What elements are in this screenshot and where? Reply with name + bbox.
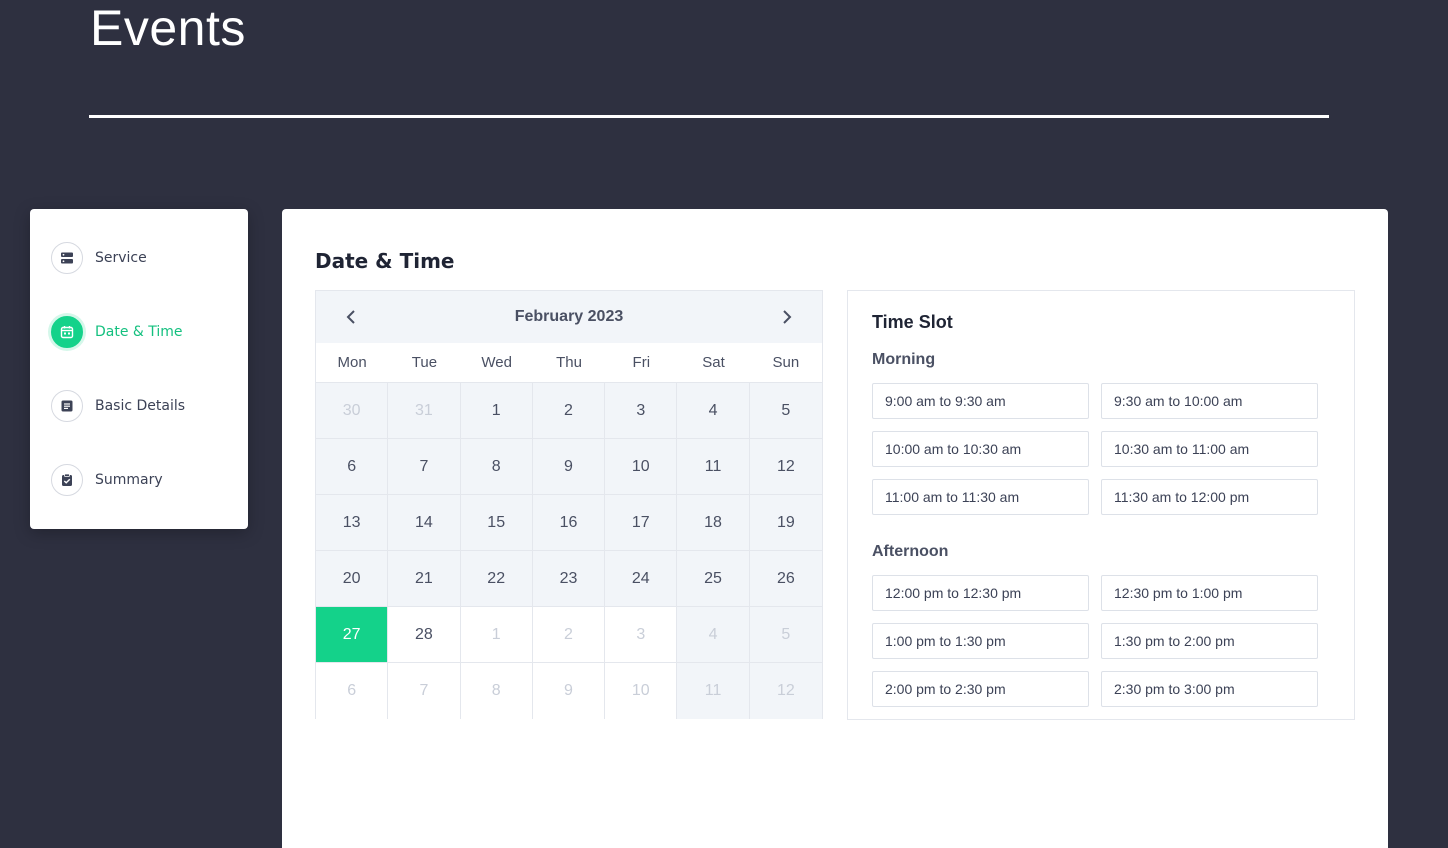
calendar-day[interactable]: 8: [460, 663, 533, 719]
afternoon-slots: 12:00 pm to 12:30 pm 12:30 pm to 1:00 pm 1…: [872, 575, 1318, 707]
calendar-day[interactable]: 5: [749, 383, 822, 439]
time-slot-panel: Time Slot Morning 9:00 am to 9:30 am 9:30…: [847, 290, 1355, 720]
calendar-day[interactable]: 9: [532, 439, 606, 495]
calendar-day[interactable]: 20: [316, 551, 389, 607]
document-icon: [51, 390, 83, 422]
time-slot-title: Time Slot: [872, 312, 953, 332]
time-slot-button[interactable]: 1:30 pm to 2:00 pm: [1101, 623, 1318, 659]
calendar-day[interactable]: 28: [388, 607, 461, 663]
step-label: Summary: [95, 472, 163, 488]
calendar-day[interactable]: 5: [749, 607, 822, 663]
weekday-label: Fri: [632, 354, 651, 371]
afternoon-label: Afternoon: [872, 543, 949, 560]
step-label: Basic Details: [95, 398, 186, 414]
calendar-day[interactable]: 21: [388, 551, 461, 607]
calendar-day[interactable]: 6: [316, 663, 389, 719]
clipboard-check-icon: [51, 464, 83, 496]
calendar-day[interactable]: 3: [605, 383, 678, 439]
time-slot-button[interactable]: 12:30 pm to 1:00 pm: [1101, 575, 1318, 611]
time-slot-button[interactable]: 12:00 pm to 12:30 pm: [872, 575, 1089, 611]
calendar-day[interactable]: 10: [605, 439, 678, 495]
section-title: Date & Time: [315, 249, 455, 273]
calendar-day[interactable]: 7: [388, 663, 461, 719]
calendar: February 2023 Mon Tue Wed Thu Fri Sat Su…: [315, 290, 823, 719]
calendar-day[interactable]: 14: [388, 495, 461, 551]
booking-stepper: Service Date & Time Basic Details Summar…: [30, 209, 248, 529]
step-label: Date & Time: [95, 324, 183, 340]
calendar-day[interactable]: 16: [532, 495, 606, 551]
prev-month-button[interactable]: [342, 308, 360, 326]
time-slot-button[interactable]: 11:30 am to 12:00 pm: [1101, 479, 1318, 515]
calendar-day[interactable]: 31: [388, 383, 461, 439]
calendar-day[interactable]: 11: [677, 663, 750, 719]
step-service[interactable]: Service: [51, 242, 147, 274]
weekday-label: Thu: [556, 354, 582, 371]
calendar-day[interactable]: 25: [677, 551, 750, 607]
calendar-day[interactable]: 24: [605, 551, 678, 607]
calendar-day[interactable]: 17: [605, 495, 678, 551]
time-slot-button[interactable]: 10:30 am to 11:00 am: [1101, 431, 1318, 467]
calendar-day-selected[interactable]: 27: [316, 607, 389, 663]
calendar-day[interactable]: 9: [532, 663, 606, 719]
time-slot-button[interactable]: 11:00 am to 11:30 am: [872, 479, 1089, 515]
calendar-day[interactable]: 30: [316, 383, 389, 439]
step-label: Service: [95, 250, 147, 266]
calendar-day[interactable]: 2: [532, 607, 606, 663]
calendar-day[interactable]: 6: [316, 439, 389, 495]
calendar-day[interactable]: 22: [460, 551, 533, 607]
chevron-left-icon: [346, 310, 355, 324]
calendar-day[interactable]: 1: [460, 607, 533, 663]
next-month-button[interactable]: [778, 308, 796, 326]
calendar-day[interactable]: 13: [316, 495, 389, 551]
time-slot-button[interactable]: 2:30 pm to 3:00 pm: [1101, 671, 1318, 707]
morning-label: Morning: [872, 351, 936, 368]
time-slot-button[interactable]: 9:00 am to 9:30 am: [872, 383, 1089, 419]
calendar-day[interactable]: 7: [388, 439, 461, 495]
chevron-right-icon: [783, 310, 792, 324]
calendar-day[interactable]: 15: [460, 495, 533, 551]
time-slot-button[interactable]: 2:00 pm to 2:30 pm: [872, 671, 1089, 707]
time-slot-button[interactable]: 1:00 pm to 1:30 pm: [872, 623, 1089, 659]
calendar-days: 30 31 1 2 3 4 5 6 7 8 9 10 11 12 13 14 15 16 17 18 19 20 21 22 2…: [316, 383, 822, 719]
calendar-day[interactable]: 12: [749, 439, 822, 495]
weekday-header: Mon Tue Wed Thu Fri Sat Sun: [316, 343, 822, 383]
booking-panel: Date & Time February 2023 Mon Tue Wed Th…: [282, 209, 1388, 848]
step-date-time[interactable]: Date & Time: [51, 316, 183, 348]
calendar-day[interactable]: 2: [532, 383, 606, 439]
page-title: Events: [90, 0, 246, 56]
calendar-day[interactable]: 8: [460, 439, 533, 495]
title-divider: [89, 115, 1329, 118]
calendar-icon: [51, 316, 83, 348]
weekday-label: Tue: [411, 354, 438, 371]
calendar-header: February 2023: [316, 291, 822, 343]
time-slot-button[interactable]: 10:00 am to 10:30 am: [872, 431, 1089, 467]
calendar-day[interactable]: 3: [605, 607, 678, 663]
calendar-day[interactable]: 1: [460, 383, 533, 439]
step-basic-details[interactable]: Basic Details: [51, 390, 185, 422]
calendar-day[interactable]: 23: [532, 551, 606, 607]
weekday-label: Sat: [702, 354, 725, 371]
morning-slots: 9:00 am to 9:30 am 9:30 am to 10:00 am 10:…: [872, 383, 1318, 515]
weekday-label: Wed: [481, 354, 512, 371]
step-summary[interactable]: Summary: [51, 464, 163, 496]
calendar-day[interactable]: 4: [677, 383, 750, 439]
calendar-day[interactable]: 4: [677, 607, 750, 663]
calendar-day[interactable]: 12: [749, 663, 822, 719]
calendar-day[interactable]: 18: [677, 495, 750, 551]
calendar-day[interactable]: 10: [605, 663, 678, 719]
weekday-label: Sun: [772, 354, 800, 371]
calendar-day[interactable]: 11: [677, 439, 750, 495]
calendar-month-label: February 2023: [514, 308, 624, 325]
server-icon: [51, 242, 83, 274]
calendar-day[interactable]: 26: [749, 551, 822, 607]
time-slot-button[interactable]: 9:30 am to 10:00 am: [1101, 383, 1318, 419]
weekday-label: Mon: [337, 354, 367, 371]
calendar-day[interactable]: 19: [749, 495, 822, 551]
